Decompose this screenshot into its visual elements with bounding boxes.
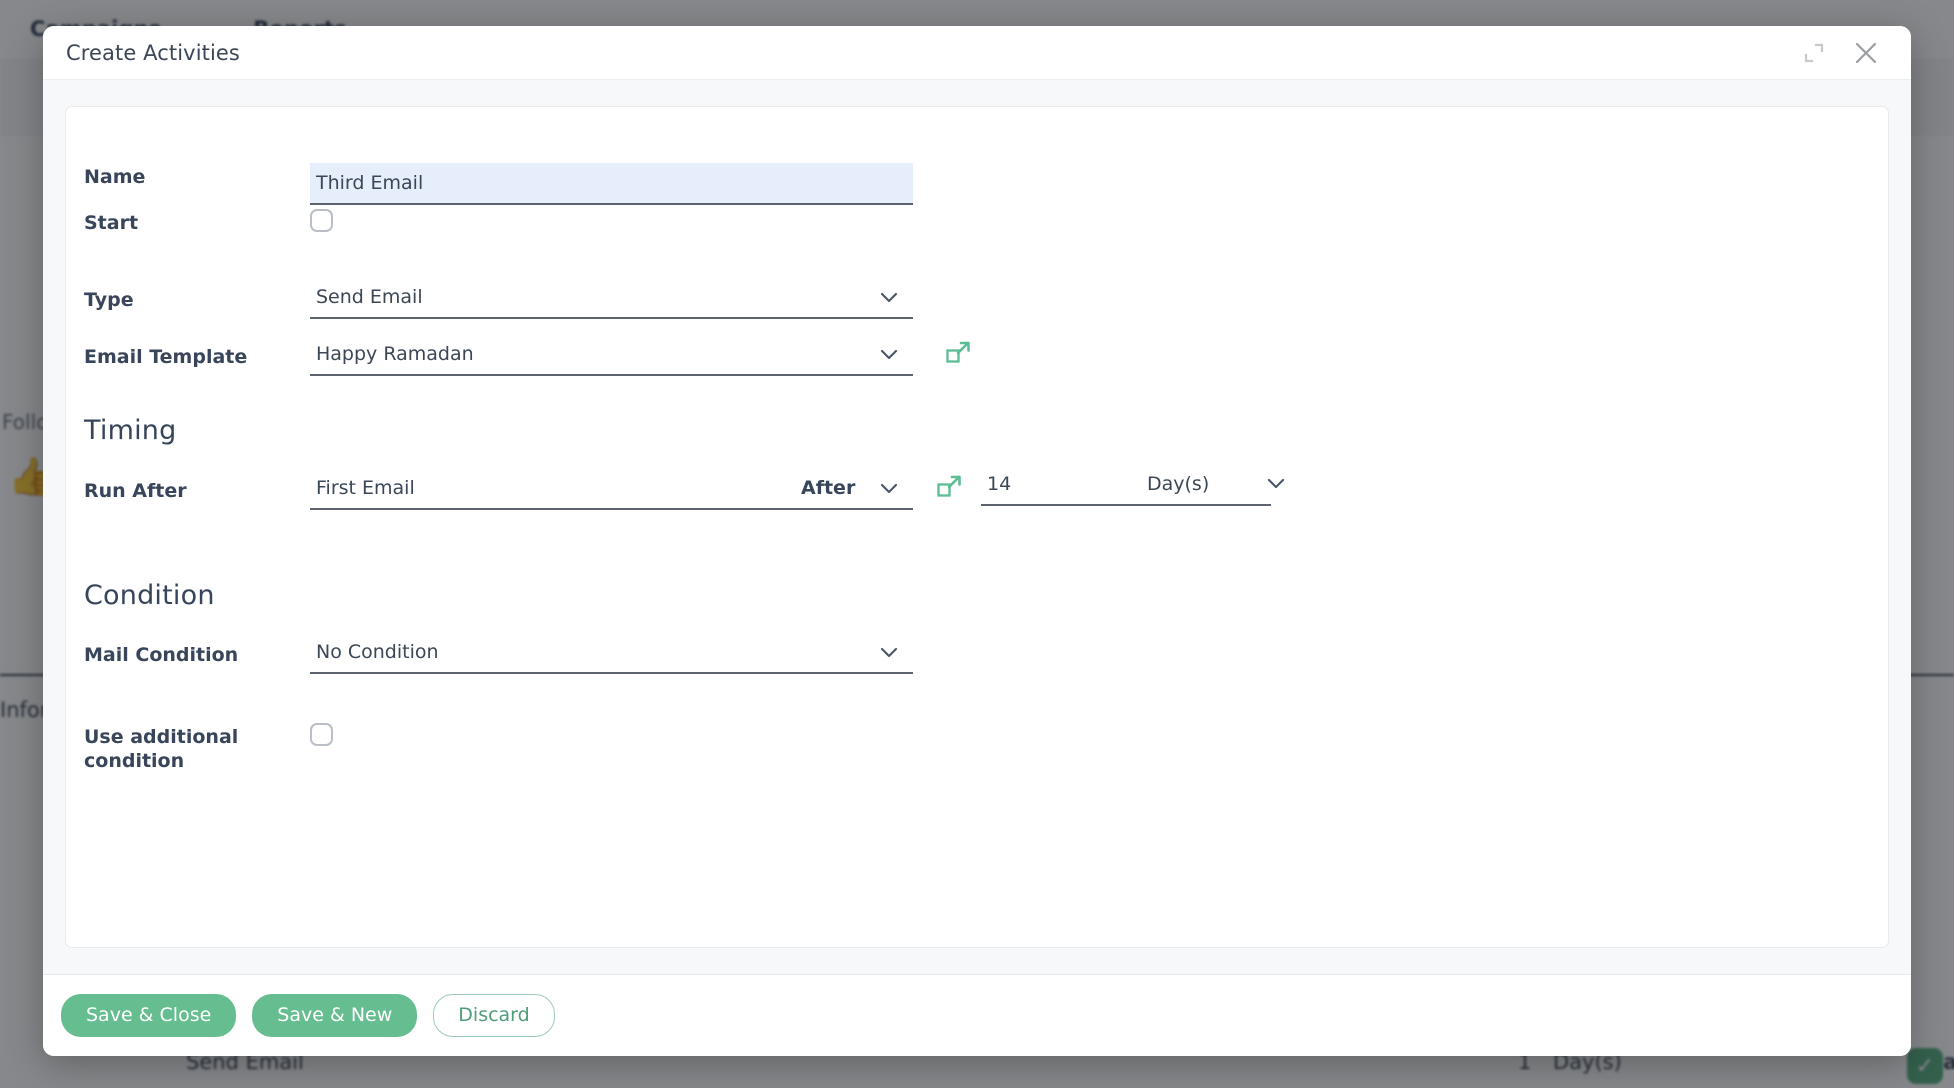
section-heading-condition: Condition bbox=[84, 580, 215, 611]
email-template-select-value[interactable]: Happy Ramadan bbox=[310, 343, 913, 376]
chevron-down-icon bbox=[1266, 473, 1286, 493]
type-field-wrap[interactable]: Send Email bbox=[310, 286, 913, 319]
open-run-after-external-link-icon[interactable] bbox=[935, 473, 965, 503]
section-heading-timing: Timing bbox=[84, 415, 177, 446]
use-additional-condition-field-wrap bbox=[310, 723, 913, 746]
label-run-after: Run After bbox=[84, 480, 187, 502]
mail-condition-select-value[interactable]: No Condition bbox=[310, 641, 913, 674]
activity-form: Name Third Email Start Type Send Email E… bbox=[65, 106, 1889, 948]
after-unit-select-value[interactable]: Day(s) bbox=[1141, 473, 1271, 506]
name-input[interactable]: Third Email bbox=[310, 163, 913, 205]
create-activities-dialog: Create Activities Name Third Email Start… bbox=[43, 26, 1911, 1056]
email-template-field-wrap[interactable]: Happy Ramadan bbox=[310, 343, 913, 376]
dialog-header: Create Activities bbox=[43, 26, 1911, 80]
name-field-wrap: Third Email bbox=[310, 163, 913, 205]
close-icon[interactable] bbox=[1851, 38, 1881, 68]
type-select-value[interactable]: Send Email bbox=[310, 286, 913, 319]
label-email-template: Email Template bbox=[84, 346, 248, 368]
field-row-start: Start bbox=[84, 209, 913, 235]
label-type: Type bbox=[84, 289, 134, 311]
dialog-header-actions bbox=[1799, 38, 1881, 68]
save-and-close-button[interactable]: Save & Close bbox=[61, 994, 237, 1037]
dialog-body: Name Third Email Start Type Send Email E… bbox=[43, 80, 1911, 974]
discard-button[interactable]: Discard bbox=[433, 994, 555, 1037]
dialog-footer: Save & Close Save & New Discard bbox=[43, 974, 1911, 1056]
expand-icon[interactable] bbox=[1799, 38, 1829, 68]
save-and-new-button[interactable]: Save & New bbox=[252, 994, 418, 1037]
field-row-use-additional-condition: Use additional condition bbox=[84, 723, 784, 774]
start-field-wrap bbox=[310, 209, 913, 232]
use-additional-condition-checkbox[interactable] bbox=[310, 723, 333, 746]
mail-condition-field-wrap[interactable]: No Condition bbox=[310, 641, 913, 674]
field-row-name: Name Third Email bbox=[84, 163, 913, 205]
label-after: After bbox=[801, 477, 856, 499]
label-mail-condition: Mail Condition bbox=[84, 644, 239, 666]
start-checkbox[interactable] bbox=[310, 209, 333, 232]
field-row-mail-condition: Mail Condition No Condition bbox=[84, 641, 913, 674]
label-start: Start bbox=[84, 212, 139, 234]
label-use-additional-condition: Use additional condition bbox=[84, 726, 239, 773]
open-email-template-external-link-icon[interactable] bbox=[944, 339, 974, 369]
field-row-email-template: Email Template Happy Ramadan bbox=[84, 341, 974, 376]
field-row-type: Type Send Email bbox=[84, 286, 913, 319]
dialog-title: Create Activities bbox=[66, 40, 240, 65]
label-name: Name bbox=[84, 166, 146, 188]
